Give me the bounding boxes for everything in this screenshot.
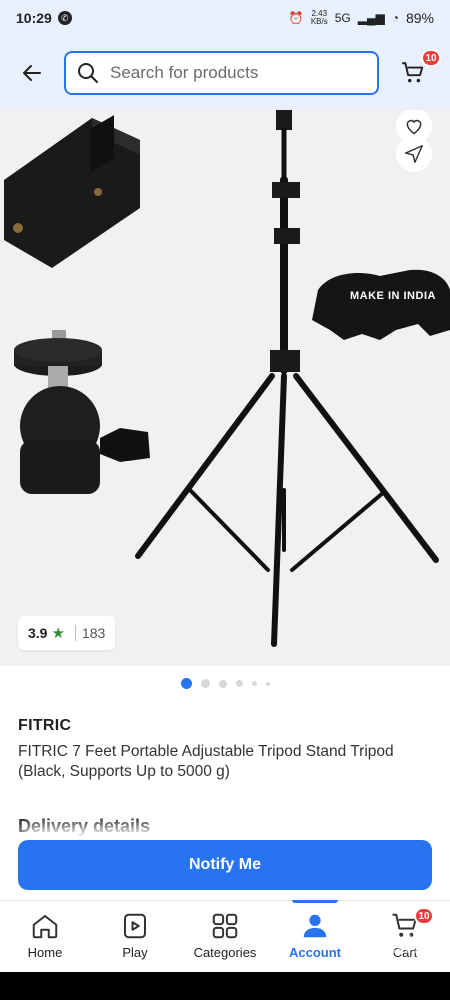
categories-icon: [212, 913, 238, 939]
nav-play[interactable]: Play: [90, 901, 180, 972]
bottom-navigation: Home Play Categories Account 10 Cart: [0, 900, 450, 972]
net-speed-unit: KB/s: [310, 17, 328, 26]
search-input[interactable]: Search for products: [64, 51, 379, 95]
nav-categories[interactable]: Categories: [180, 901, 270, 972]
notify-me-button[interactable]: Notify Me: [18, 840, 432, 890]
battery-level: 89%: [405, 10, 434, 26]
search-icon: [78, 63, 98, 83]
system-gesture-bar: [0, 972, 450, 1000]
signal-icon: ▂▄▆: [357, 11, 385, 25]
search-placeholder: Search for products: [110, 63, 259, 82]
status-icons: ⏰ 2.43 KB/s 5G ▂▄▆ ◔ 89%: [288, 10, 434, 27]
nav-home[interactable]: Home: [0, 901, 90, 972]
product-title: FITRIC 7 Feet Portable Adjustable Tripod…: [18, 743, 394, 780]
star-icon: ★: [51, 625, 65, 642]
share-button[interactable]: [396, 136, 432, 172]
product-brand: FITRIC: [18, 717, 72, 734]
rating-value: 3.9: [28, 625, 48, 641]
app-header: Search for products 10: [0, 36, 450, 110]
product-image: [4, 110, 450, 647]
home-icon: [32, 915, 58, 939]
back-button[interactable]: [12, 53, 52, 93]
carousel-dot-active: [180, 678, 192, 689]
whatsapp-notification-icon: ✆: [57, 11, 72, 25]
delivery-details-heading: Delivery details: [18, 816, 151, 836]
nav-cart-badge: 10: [414, 907, 434, 925]
heart-icon: [406, 119, 422, 135]
nav-account[interactable]: Account: [270, 900, 360, 972]
status-time: 10:29: [16, 10, 52, 26]
header-cart-button[interactable]: 10: [395, 49, 441, 91]
rating-count: 183: [81, 625, 106, 641]
status-bar: 10:29 ✆ ⏰ 2.43 KB/s 5G ▂▄▆ ◔ 89%: [0, 0, 450, 36]
back-arrow-icon: [23, 65, 41, 81]
nav-categories-label: Categories: [193, 945, 257, 960]
cart-icon: [402, 62, 424, 83]
battery-icon: ◔: [391, 11, 399, 25]
network-type: 5G: [334, 11, 351, 25]
share-icon: [405, 145, 423, 163]
net-speed: 2.43 KB/s: [311, 10, 328, 26]
carousel-indicator: [0, 678, 450, 689]
make-in-india-watermark: MAKE IN INDIA: [350, 290, 436, 302]
nav-account-label: Account: [289, 945, 341, 960]
play-icon: [124, 913, 146, 939]
carousel-dot: [235, 680, 243, 687]
carousel-dot: [218, 679, 227, 688]
account-icon: [303, 914, 327, 938]
carousel-dot: [251, 681, 257, 686]
product-image-carousel[interactable]: MAKE IN INDIA 3.9 ★ 183: [0, 110, 450, 666]
nav-play-label: Play: [122, 945, 148, 960]
cart-count-badge: 10: [421, 49, 441, 67]
alarm-icon: ⏰: [288, 11, 304, 25]
rating-chip[interactable]: 3.9 ★ 183: [18, 616, 116, 650]
nav-home-label: Home: [27, 945, 63, 960]
carousel-dot: [200, 679, 210, 688]
divider: [74, 625, 76, 641]
olx-watermark-logo: olx: [386, 930, 430, 960]
carousel-dot: [265, 681, 270, 686]
